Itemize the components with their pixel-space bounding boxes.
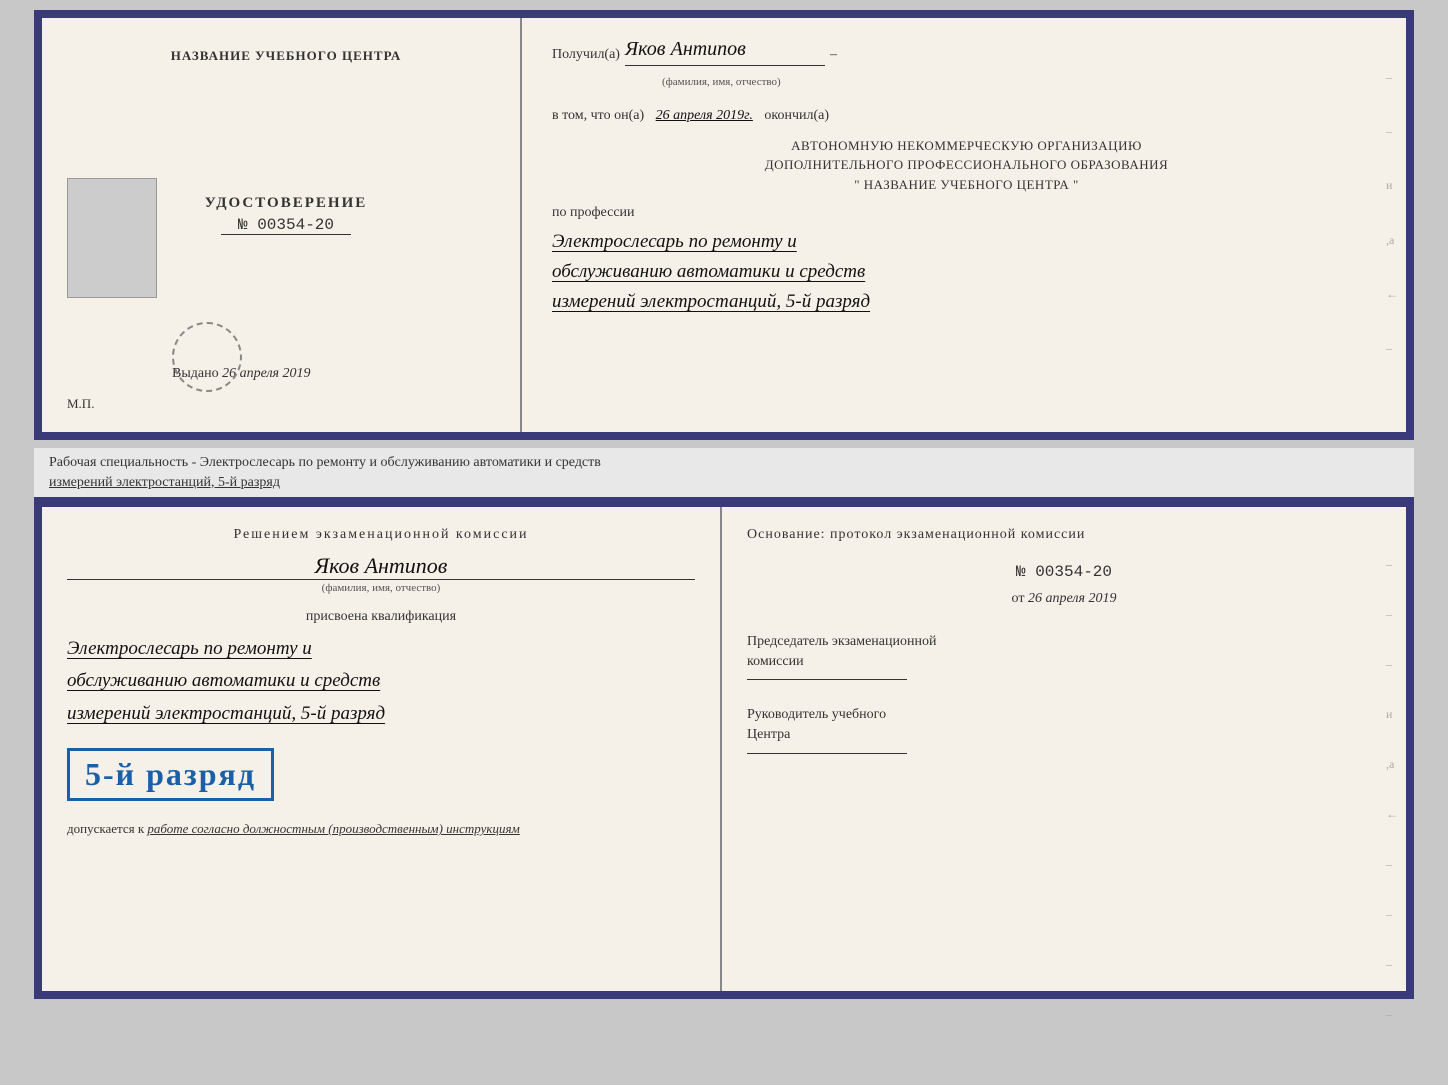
org-line-1: АВТОНОМНУЮ НЕКОММЕРЧЕСКУЮ ОРГАНИЗАЦИЮ (552, 136, 1381, 156)
bottom-document: Решением экзаменационной комиссии Яков А… (34, 499, 1414, 999)
predsedatel-line-1: Председатель экзаменационной (747, 632, 1381, 652)
ot-date-value: 26 апреля 2019 (1028, 591, 1116, 606)
qual-line-1: Электрослесарь по ремонту и (67, 638, 312, 659)
dopuskaetsya-value: работе согласно должностным (производств… (147, 821, 519, 836)
bottom-doc-left: Решением экзаменационной комиссии Яков А… (42, 507, 722, 991)
udost-number: № 00354-20 (221, 216, 351, 235)
profession-line-1: Электрослесарь по ремонту и (552, 227, 1381, 257)
fio-subtitle-top: (фамилия, имя, отчество) (552, 71, 1381, 93)
bottom-doc-right: Основание: протокол экзаменационной коми… (722, 507, 1406, 991)
po-professii-label: по профессии (552, 202, 1381, 224)
specialty-line-1: Рабочая специальность - Электрослесарь п… (49, 453, 1399, 473)
predsedatel-block: Председатель экзаменационной комиссии (747, 632, 1381, 680)
vydano-block: Выдано 26 апреля 2019 (72, 366, 500, 382)
qual-line-2: обслуживанию автоматики и средств (67, 670, 380, 691)
rukovoditel-signature (747, 753, 907, 754)
razryad-badge: 5-й разряд (67, 748, 274, 801)
poluchil-line: Получил(а) Яков Антипов – (552, 33, 1381, 66)
training-center-name: НАЗВАНИЕ УЧЕБНОГО ЦЕНТРА (171, 48, 402, 64)
fio-subtitle-bottom: (фамилия, имя, отчество) (67, 582, 695, 594)
working-specialty-label: Рабочая специальность - Электрослесарь п… (34, 448, 1414, 499)
mp-label: М.П. (67, 396, 94, 412)
udost-block: УДОСТОВЕРЕНИЕ № 00354-20 (205, 195, 368, 235)
photo-placeholder (67, 178, 157, 298)
org-name-block: АВТОНОМНУЮ НЕКОММЕРЧЕСКУЮ ОРГАНИЗАЦИЮ ДО… (552, 136, 1381, 195)
profession-line-2: обслуживанию автоматики и средств (552, 257, 1381, 287)
qual-line-3: измерений электростанций, 5-й разряд (67, 703, 385, 724)
dopuskaetsya-label: допускается к (67, 821, 144, 836)
side-marks-top: – – и ,а ← – (1386, 68, 1398, 358)
top-document: НАЗВАНИЕ УЧЕБНОГО ЦЕНТРА УДОСТОВЕРЕНИЕ №… (34, 10, 1414, 440)
okonchil-label: окончил(а) (764, 108, 829, 123)
vtom-line: в том, что он(а) 26 апреля 2019г. окончи… (552, 105, 1381, 127)
dash-1: – (830, 44, 837, 66)
qualification-text: Электрослесарь по ремонту и обслуживанию… (67, 633, 695, 730)
top-doc-left: НАЗВАНИЕ УЧЕБНОГО ЦЕНТРА УДОСТОВЕРЕНИЕ №… (42, 18, 522, 432)
side-marks-bottom: – – – и ,а ← – – – – (1386, 557, 1398, 1022)
ot-date: от 26 апреля 2019 (747, 591, 1381, 607)
poluchil-label: Получил(а) (552, 44, 620, 66)
specialty-line-2: измерений электростанций, 5-й разряд (49, 473, 1399, 493)
rukovoditel-block: Руководитель учебного Центра (747, 705, 1381, 753)
top-doc-right: Получил(а) Яков Антипов – (фамилия, имя,… (522, 18, 1406, 432)
razryad-badge-container: 5-й разряд (67, 738, 695, 811)
org-line-2: ДОПОЛНИТЕЛЬНОГО ПРОФЕССИОНАЛЬНОГО ОБРАЗО… (552, 155, 1381, 175)
predsedatel-signature (747, 679, 907, 680)
vtom-date: 26 апреля 2019г. (656, 108, 753, 123)
udost-title: УДОСТОВЕРЕНИЕ (205, 195, 368, 212)
prisvoyena-text: присвоена квалификация (67, 609, 695, 625)
org-line-3: " НАЗВАНИЕ УЧЕБНОГО ЦЕНТРА " (552, 175, 1381, 195)
rukovoditel-line-2: Центра (747, 725, 1381, 745)
rukovoditel-line-1: Руководитель учебного (747, 705, 1381, 725)
recipient-name-bottom: Яков Антипов (67, 553, 695, 580)
recipient-name-top: Яков Антипов (625, 33, 825, 66)
stamp-circle (172, 322, 242, 392)
resheniyem-text: Решением экзаменационной комиссии (67, 527, 695, 543)
protocol-number: № 00354-20 (747, 563, 1381, 581)
profession-text-top: Электрослесарь по ремонту и обслуживанию… (552, 227, 1381, 318)
vtom-label: в том, что он(а) (552, 108, 644, 123)
profession-line-3: измерений электростанций, 5-й разряд (552, 287, 1381, 317)
dopuskaetsya-text: допускается к работе согласно должностны… (67, 819, 695, 839)
predsedatel-line-2: комиссии (747, 652, 1381, 672)
osnovanie-text: Основание: протокол экзаменационной коми… (747, 527, 1381, 543)
ot-label: от (1012, 591, 1025, 606)
